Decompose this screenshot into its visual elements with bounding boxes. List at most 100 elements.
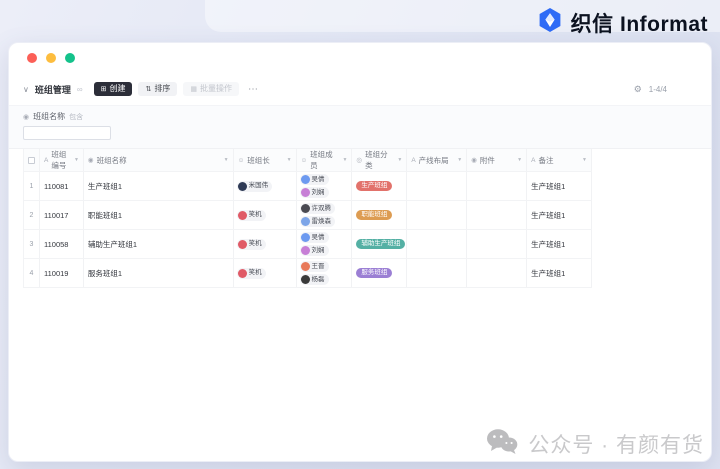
minimize-window-button[interactable] — [46, 53, 56, 63]
leader-chip: 笑机 — [236, 267, 266, 279]
cell-remark: 生产班组1 — [527, 230, 592, 258]
column-header-remark[interactable]: A 备注 ▼ — [527, 149, 592, 171]
zoom-window-button[interactable] — [65, 53, 75, 63]
row-number: 1 — [29, 182, 34, 190]
member-chip-label: 刘娴 — [311, 246, 325, 254]
sort-arrows-icon: ⇅ — [145, 85, 152, 93]
category-field-icon: ◎ — [356, 157, 363, 164]
table-row[interactable]: 1 110081 生产班组1 米国伟 吴倩 刘娴 生产班组 生产班组1 — [24, 172, 592, 201]
brand-hexagon-icon — [537, 7, 563, 38]
table-row[interactable]: 4 110019 服务班组1 笑机 王晋 杨磊 服务班组 生产班组1 — [24, 259, 592, 288]
leader-chip-label: 笑机 — [248, 211, 262, 219]
avatar — [237, 268, 247, 278]
avatar — [300, 204, 310, 213]
column-label: 班组长 — [247, 155, 270, 165]
cell-team-category: 职能班组 — [352, 201, 408, 229]
column-header-layout[interactable]: A 产线布局 ▼ — [407, 149, 468, 171]
member-chip: 王晋 — [299, 261, 329, 272]
cell-team-id: 110019 — [40, 259, 84, 287]
column-dropdown-caret[interactable]: ▼ — [342, 157, 347, 163]
column-label: 班组分类 — [365, 150, 388, 170]
category-tag: 生产班组 — [356, 180, 393, 192]
leader-chip: 笑机 — [236, 209, 266, 221]
close-window-button[interactable] — [27, 53, 37, 63]
row-number-cell: 3 — [24, 230, 40, 258]
member-chip: 刘娴 — [299, 245, 329, 256]
cell-line-layout — [407, 230, 468, 258]
category-tag: 职能班组 — [356, 209, 393, 221]
toolbar-right-group: ⚙ 1-4/4 — [634, 84, 697, 95]
more-options-button[interactable]: ⋯ — [248, 84, 259, 95]
column-dropdown-caret[interactable]: ▼ — [457, 157, 462, 163]
batch-actions-button[interactable]: ▦ 批量操作 — [183, 82, 239, 96]
grid-icon: ▦ — [190, 85, 197, 93]
member-chip-label: 刘娴 — [311, 188, 325, 196]
select-all-checkbox[interactable] — [27, 156, 35, 164]
leader-chip-label: 笑机 — [248, 269, 262, 277]
attachment-field-icon: ◉ — [471, 157, 477, 164]
share-link-icon[interactable]: ∞ — [77, 85, 83, 94]
cell-remark: 生产班组1 — [527, 201, 592, 229]
cell-team-name: 生产班组1 — [84, 172, 234, 200]
column-label: 附件 — [479, 155, 495, 165]
cell-team-name: 辅助生产班组1 — [84, 230, 234, 258]
brand-name: 织信 Informat — [570, 12, 708, 36]
column-header-members[interactable]: ☺ 班组成员 ▼ — [297, 149, 353, 171]
remark-field-icon: A — [531, 156, 536, 164]
leader-chip-label: 米国伟 — [248, 182, 269, 190]
column-header-leader[interactable]: ☺ 班组长 ▼ — [234, 149, 297, 171]
cell-team-name: 职能班组1 — [84, 201, 234, 229]
row-number: 4 — [29, 269, 34, 277]
cell-team-members: 吴倩 刘娴 — [297, 230, 353, 258]
category-tag: 辅助生产班组 — [356, 238, 406, 250]
column-dropdown-caret[interactable]: ▼ — [224, 157, 229, 163]
name-field-icon: ◉ — [87, 157, 94, 164]
leader-chip-label: 笑机 — [248, 240, 262, 248]
filter-panel: ◉ 班组名称 包含 — [9, 105, 711, 149]
cell-team-name: 服务班组1 — [84, 259, 234, 287]
leader-chip: 米国伟 — [236, 180, 273, 192]
avatar — [237, 239, 247, 249]
table-row[interactable]: 3 110058 辅助生产班组1 笑机 吴倩 刘娴 辅助生产班组 生产班组1 — [24, 230, 592, 259]
sort-button[interactable]: ⇅ 排序 — [138, 82, 178, 96]
cell-line-layout — [407, 259, 468, 287]
column-header-attachment[interactable]: ◉ 附件 ▼ — [467, 149, 528, 171]
column-label: 班组编号 — [51, 150, 67, 170]
watermark-text: 公众号 · 有颜有货 — [528, 434, 704, 457]
create-button[interactable]: ⊞ 创建 — [93, 82, 133, 96]
member-chip: 雷焕森 — [299, 216, 336, 227]
column-label: 班组名称 — [96, 155, 127, 165]
cell-team-id: 110058 — [40, 230, 84, 258]
cell-team-leader: 米国伟 — [234, 172, 297, 200]
cell-line-layout — [407, 201, 468, 229]
wechat-icon — [486, 428, 518, 460]
row-number: 3 — [29, 240, 34, 248]
cell-team-leader: 笑机 — [234, 230, 297, 258]
column-header-id[interactable]: A 班组编号 ▼ — [40, 149, 84, 171]
page-title: 班组管理 — [34, 84, 71, 95]
window-titlebar — [9, 43, 711, 73]
column-header-category[interactable]: ◎ 班组分类 ▼ — [352, 149, 408, 171]
row-number: 2 — [29, 211, 34, 219]
field-type-icon: ◉ — [23, 113, 30, 121]
gear-icon[interactable]: ⚙ — [634, 84, 642, 95]
avatar — [300, 275, 310, 284]
select-all-cell — [24, 149, 40, 171]
filter-field-label: 班组名称 — [33, 112, 66, 121]
members-field-icon: ☺ — [300, 156, 308, 164]
leader-field-icon: ☺ — [237, 156, 245, 164]
pagination-counter: 1-4/4 — [648, 84, 667, 94]
column-header-name[interactable]: ◉ 班组名称 ▼ — [84, 149, 234, 171]
chevron-down-icon[interactable]: ∨ — [23, 85, 29, 94]
filter-value-input[interactable] — [23, 126, 111, 140]
column-dropdown-caret[interactable]: ▼ — [74, 157, 79, 163]
filter-operator-label[interactable]: 包含 — [69, 112, 83, 122]
column-dropdown-caret[interactable]: ▼ — [582, 157, 587, 163]
column-dropdown-caret[interactable]: ▼ — [397, 157, 402, 163]
row-number-cell: 1 — [24, 172, 40, 200]
member-chip-label: 吴倩 — [311, 233, 325, 241]
table-row[interactable]: 2 110017 职能班组1 笑机 许双腾 雷焕森 职能班组 生产班组1 — [24, 201, 592, 230]
column-dropdown-caret[interactable]: ▼ — [517, 157, 522, 163]
column-dropdown-caret[interactable]: ▼ — [287, 157, 292, 163]
brand-logo: 织信 Informat — [537, 7, 708, 38]
